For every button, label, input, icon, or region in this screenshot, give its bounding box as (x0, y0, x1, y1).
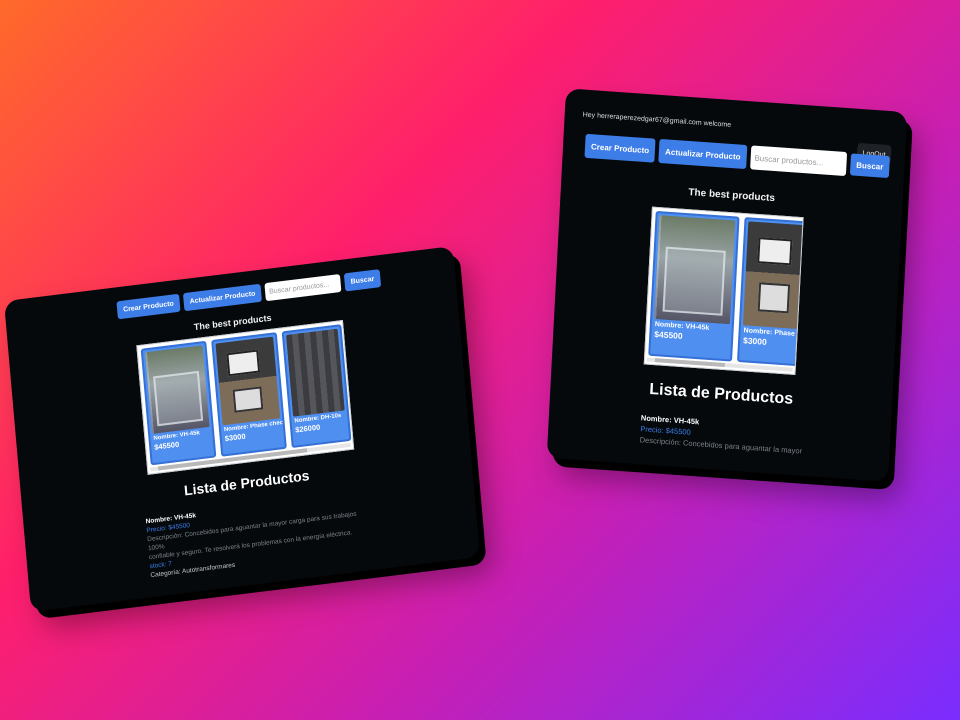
product-card[interactable]: Nombre: VH-45k $45500 (140, 340, 217, 466)
crear-producto-button[interactable]: Crear Producto (116, 293, 181, 320)
product-detail: Nombre: VH-45k Precio: $45500 Descripció… (639, 412, 840, 459)
best-products-heading: The best products (688, 187, 776, 205)
product-card[interactable]: Nombre: VH-45k $45500 (648, 210, 740, 362)
product-list-heading: Lista de Productos (648, 380, 794, 408)
product-card[interactable]: Nombre: DH-10s $26000 (281, 324, 352, 449)
best-products-carousel[interactable]: Nombre: VH-45k $45500 Nombre: Phase c $3… (643, 206, 804, 375)
buscar-button[interactable]: Buscar (849, 153, 890, 179)
buscar-button[interactable]: Buscar (343, 269, 381, 292)
product-image (215, 336, 281, 426)
best-products-carousel[interactable]: Nombre: VH-45k $45500 Nombre: Phase chec… (136, 319, 355, 475)
left-tablet-screenshot: Crear Producto Actualizar Producto Busca… (3, 246, 481, 612)
product-detail: Nombre: VH-45k Precio: $45500 Descripció… (145, 491, 369, 581)
product-image (742, 221, 804, 330)
product-card[interactable]: Nombre: Phase checker $3000 (211, 332, 287, 457)
welcome-message: Hey herreraperezedgar67@gmail.com welcom… (582, 111, 732, 129)
search-input[interactable]: Buscar productos... (749, 145, 847, 177)
crear-producto-button[interactable]: Crear Producto (584, 133, 656, 163)
search-input[interactable]: Buscar productos... (264, 273, 342, 302)
actualizar-producto-button[interactable]: Actualizar Producto (658, 138, 748, 170)
product-card[interactable]: Nombre: Phase c $3000 (736, 217, 804, 367)
right-tablet-screenshot: Hey herreraperezedgar67@gmail.com welcom… (546, 88, 908, 482)
right-toolbar: Crear Producto Actualizar Producto Busca… (584, 133, 890, 179)
product-image (144, 345, 210, 434)
right-app-screen: Hey herreraperezedgar67@gmail.com welcom… (547, 88, 908, 481)
product-image (654, 215, 736, 325)
actualizar-producto-button[interactable]: Actualizar Producto (182, 283, 263, 312)
product-image (285, 328, 345, 417)
left-app-screen: Crear Producto Actualizar Producto Busca… (4, 246, 480, 612)
